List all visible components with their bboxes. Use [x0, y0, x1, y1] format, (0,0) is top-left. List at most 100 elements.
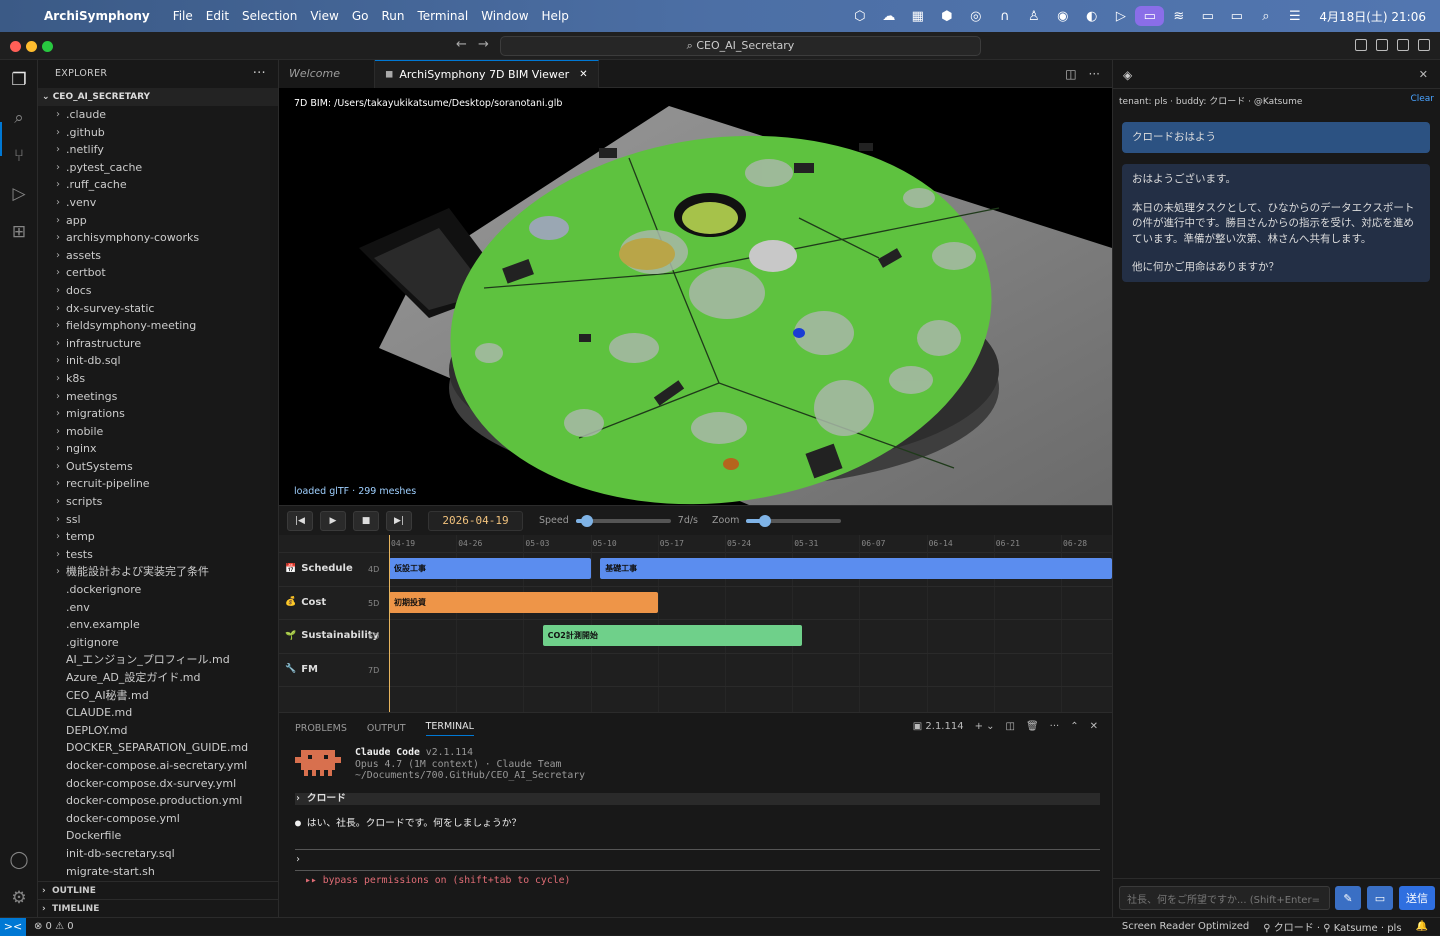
- folder-item[interactable]: › certbot: [38, 264, 278, 282]
- screen-reader-status[interactable]: Screen Reader Optimized: [1122, 921, 1249, 932]
- search-icon[interactable]: ⌕: [7, 106, 31, 130]
- back-arrow-icon[interactable]: ←: [456, 37, 467, 52]
- tab-welcome[interactable]: Welcome: [279, 60, 375, 88]
- close-chat-icon[interactable]: ✕: [1419, 68, 1428, 81]
- customize-layout-icon[interactable]: [1418, 39, 1430, 51]
- maximize-panel-icon[interactable]: ⌃: [1070, 721, 1078, 732]
- zoom-slider[interactable]: [746, 514, 842, 527]
- folder-item[interactable]: › archisymphony-coworks: [38, 229, 278, 247]
- folder-item[interactable]: › .ruff_cache: [38, 176, 278, 194]
- menu-window[interactable]: Window: [481, 9, 539, 23]
- dropbox-icon[interactable]: ⬡: [845, 6, 874, 26]
- folder-item[interactable]: › .claude: [38, 106, 278, 124]
- grid-icon[interactable]: ▦: [903, 6, 932, 26]
- forward-arrow-icon[interactable]: →: [478, 37, 489, 52]
- outline-section[interactable]: › OUTLINE: [38, 881, 278, 899]
- remote-indicator-icon[interactable]: ><: [0, 917, 26, 936]
- stop-button[interactable]: ■: [353, 510, 379, 531]
- tab-problems[interactable]: PROBLEMS: [295, 723, 347, 734]
- wifi-icon[interactable]: ≋: [1164, 6, 1193, 26]
- explorer-icon[interactable]: ❐: [7, 68, 31, 92]
- timeline-bar[interactable]: 初期投資: [389, 591, 658, 613]
- toggle-sidebar-icon[interactable]: [1355, 39, 1367, 51]
- clear-chat-button[interactable]: Clear: [1410, 94, 1434, 104]
- folder-item[interactable]: › infrastructure: [38, 335, 278, 353]
- manage-gear-icon[interactable]: ⚙: [7, 886, 31, 910]
- folder-item[interactable]: › recruit-pipeline: [38, 475, 278, 493]
- file-item[interactable]: docker-compose.yml: [38, 810, 278, 828]
- current-date-display[interactable]: 2026-04-19: [428, 510, 523, 531]
- accessibility-icon[interactable]: ♙: [1019, 6, 1048, 26]
- folder-item[interactable]: › 機能設計および実装完了条件: [38, 563, 278, 581]
- run-debug-icon[interactable]: ▷: [7, 182, 31, 206]
- headphones-icon[interactable]: ∩: [990, 6, 1019, 26]
- source-control-icon[interactable]: ⑂: [7, 144, 31, 168]
- menu-view[interactable]: View: [310, 9, 349, 23]
- folder-item[interactable]: › docs: [38, 282, 278, 300]
- minimize-window-button[interactable]: [26, 41, 37, 52]
- folder-item[interactable]: › OutSystems: [38, 458, 278, 476]
- folder-item[interactable]: › dx-survey-static: [38, 300, 278, 318]
- control-center-icon[interactable]: ☰: [1280, 6, 1309, 26]
- terminal-output[interactable]: Claude Code v2.1.114 Opus 4.7 (1M contex…: [295, 747, 1100, 886]
- file-item[interactable]: CEO_AI秘書.md: [38, 687, 278, 705]
- folder-item[interactable]: › .pytest_cache: [38, 159, 278, 177]
- creative-cloud-icon[interactable]: ◎: [961, 6, 990, 26]
- attach-icon[interactable]: ▭: [1367, 886, 1393, 910]
- battery-icon[interactable]: ▭: [1193, 6, 1222, 26]
- file-item[interactable]: DEPLOY.md: [38, 722, 278, 740]
- file-item[interactable]: .env: [38, 599, 278, 617]
- file-item[interactable]: docker-compose.ai-secretary.yml: [38, 757, 278, 775]
- tab-bim-viewer[interactable]: ◼ ArchiSymphony 7D BIM Viewer ✕: [375, 60, 599, 88]
- folder-item[interactable]: › tests: [38, 546, 278, 564]
- folder-item[interactable]: › temp: [38, 528, 278, 546]
- play-icon[interactable]: ▷: [1106, 6, 1135, 26]
- split-editor-icon[interactable]: ◫: [1065, 67, 1076, 81]
- more-actions-icon[interactable]: ···: [253, 60, 266, 88]
- tab-output[interactable]: OUTPUT: [367, 723, 406, 734]
- command-center[interactable]: ⌕ CEO_AI_Secretary: [500, 36, 981, 56]
- menu-help[interactable]: Help: [542, 9, 580, 23]
- file-item[interactable]: init-db-secretary.sql: [38, 845, 278, 863]
- bim-model-render[interactable]: [279, 88, 1112, 505]
- tab-terminal[interactable]: TERMINAL: [425, 721, 474, 736]
- timeline-bar[interactable]: 基礎工事: [600, 558, 1112, 579]
- toggle-secondary-sidebar-icon[interactable]: [1397, 39, 1409, 51]
- file-item[interactable]: migrate-start.sh: [38, 863, 278, 881]
- accounts-icon[interactable]: ◯: [7, 848, 31, 872]
- workspace-root[interactable]: ⌄ CEO_AI_SECRETARY: [38, 88, 278, 106]
- file-item[interactable]: .dockerignore: [38, 581, 278, 599]
- menu-go[interactable]: Go: [352, 9, 380, 23]
- menu-run[interactable]: Run: [381, 9, 415, 23]
- file-item[interactable]: CLAUDE.md: [38, 704, 278, 722]
- file-item[interactable]: DOCKER_SEPARATION_GUIDE.md: [38, 739, 278, 757]
- cloud-icon[interactable]: ☁: [874, 6, 903, 26]
- folder-item[interactable]: › init-db.sql: [38, 352, 278, 370]
- folder-item[interactable]: › ssl: [38, 511, 278, 529]
- file-item[interactable]: Dockerfile: [38, 827, 278, 845]
- panel-more-icon[interactable]: ···: [1050, 721, 1060, 732]
- terminal-instance[interactable]: ▣ 2.1.114: [913, 721, 964, 732]
- toggle-panel-icon[interactable]: [1376, 39, 1388, 51]
- file-item[interactable]: Azure_AD_設定ガイド.md: [38, 669, 278, 687]
- split-terminal-icon[interactable]: ◫: [1006, 721, 1015, 732]
- folder-item[interactable]: › .netlify: [38, 141, 278, 159]
- folder-item[interactable]: › .venv: [38, 194, 278, 212]
- display-icon[interactable]: ▭: [1222, 6, 1251, 26]
- screen-share-icon[interactable]: ▭: [1135, 6, 1165, 26]
- toggle-icon[interactable]: ◐: [1077, 6, 1106, 26]
- folder-item[interactable]: › nginx: [38, 440, 278, 458]
- new-terminal-icon[interactable]: + ⌄: [975, 721, 995, 732]
- timeline-section[interactable]: › TIMELINE: [38, 899, 278, 917]
- menu-file[interactable]: File: [173, 9, 204, 23]
- file-item[interactable]: AI_エンジョン_プロフィール.md: [38, 651, 278, 669]
- folder-item[interactable]: › scripts: [38, 493, 278, 511]
- app-menu[interactable]: ArchiSymphony: [44, 9, 161, 23]
- timeline-bar[interactable]: CO2計測開始: [542, 625, 802, 646]
- bim-3d-viewer[interactable]: 7D BIM: /Users/takayukikatsume/Desktop/s…: [279, 88, 1112, 505]
- skip-start-button[interactable]: |◀: [287, 510, 313, 531]
- folder-item[interactable]: › k8s: [38, 370, 278, 388]
- clock[interactable]: 4月18日(土) 21:06: [1319, 8, 1426, 25]
- buddy-status[interactable]: ⚲ クロード · ⚲ Katsume · pls: [1263, 919, 1401, 934]
- folder-item[interactable]: › mobile: [38, 423, 278, 441]
